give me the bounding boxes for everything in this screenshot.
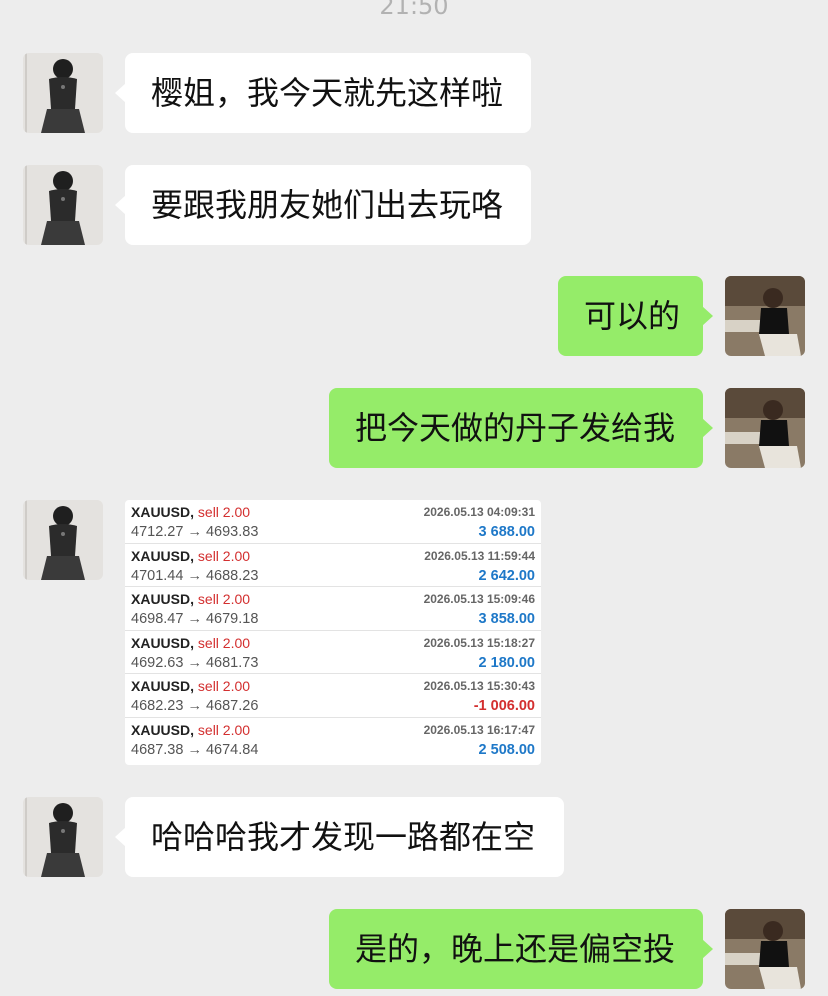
trade-profit: 3 858.00 — [478, 611, 535, 628]
my-avatar[interactable] — [725, 388, 805, 468]
contact-avatar[interactable] — [23, 797, 103, 877]
trade-prices: 4712.27 → 4693.83 — [131, 524, 259, 540]
contact-avatar[interactable] — [23, 53, 103, 133]
trade-prices: 4698.47 → 4679.18 — [131, 611, 259, 628]
message-bubble-sent[interactable]: 把今天做的丹子发给我 — [329, 388, 713, 468]
trade-symbol: XAUUSD, sell 2.00 — [131, 591, 251, 608]
message-bubble-received[interactable]: 哈哈哈我才发现一路都在空 — [115, 797, 564, 877]
message-bubble-received[interactable]: 要跟我朋友她们出去玩咯 — [115, 165, 531, 245]
trade-side: sell 2.00 — [197, 504, 251, 520]
trade-datetime: 2026.05.13 11:59:44 — [424, 548, 535, 563]
trade-row: XAUUSD, sell 2.00 4682.23 → 4687.26 2026… — [125, 674, 541, 718]
trade-symbol: XAUUSD, sell 2.00 — [131, 678, 251, 695]
trade-side: sell 2.00 — [197, 547, 251, 564]
trade-symbol: XAUUSD, sell 2.00 — [131, 721, 251, 738]
trade-row: XAUUSD, sell 2.00 4701.44 → 4688.23 2026… — [125, 544, 541, 588]
trade-prices: 4682.23 → 4687.26 — [131, 698, 259, 715]
trade-datetime: 2026.05.13 04:09:31 — [423, 505, 535, 519]
trade-profit: -1 006.00 — [473, 698, 535, 715]
trade-datetime: 2026.05.13 15:18:27 — [423, 635, 535, 650]
trade-side: sell 2.00 — [197, 721, 251, 738]
message-bubble-sent[interactable]: 可以的 — [558, 276, 713, 356]
trade-prices: 4687.38 → 4674.84 — [131, 741, 259, 758]
trade-symbol: XAUUSD, sell 2.00 — [131, 634, 251, 651]
trade-datetime: 2026.05.13 15:09:46 — [423, 592, 535, 607]
trade-history-image[interactable]: XAUUSD, sell 2.00 4712.27 → 4693.83 2026… — [125, 500, 541, 765]
my-avatar[interactable] — [725, 276, 805, 356]
trade-row: XAUUSD, sell 2.00 4692.63 → 4681.73 2026… — [125, 631, 541, 675]
trade-row: XAUUSD, sell 2.00 4712.27 → 4693.83 2026… — [125, 500, 541, 544]
message-bubble-sent[interactable]: 是的，晚上还是偏空投 — [329, 909, 713, 989]
trade-prices: 4692.63 → 4681.73 — [131, 654, 259, 671]
trade-row: XAUUSD, sell 2.00 4698.47 → 4679.18 2026… — [125, 587, 541, 631]
my-avatar[interactable] — [725, 909, 805, 989]
trade-side: sell 2.00 — [197, 678, 251, 695]
contact-avatar[interactable] — [23, 165, 103, 245]
trade-symbol: XAUUSD, sell 2.00 — [131, 504, 251, 520]
trade-prices: 4701.44 → 4688.23 — [131, 567, 259, 584]
trade-profit: 2 180.00 — [478, 654, 535, 671]
trade-profit: 2 508.00 — [478, 741, 535, 758]
message-bubble-received[interactable]: 樱姐，我今天就先这样啦 — [115, 53, 531, 133]
trade-profit: 3 688.00 — [478, 524, 535, 540]
timestamp: 21:50 — [379, 0, 449, 20]
trade-row: XAUUSD, sell 2.00 4687.38 → 4674.84 2026… — [125, 718, 541, 762]
trade-datetime: 2026.05.13 15:30:43 — [423, 679, 535, 694]
trade-symbol: XAUUSD, sell 2.00 — [131, 547, 251, 564]
trade-side: sell 2.00 — [197, 634, 251, 651]
contact-avatar[interactable] — [23, 500, 103, 580]
trade-profit: 2 642.00 — [478, 567, 535, 584]
trade-datetime: 2026.05.13 16:17:47 — [423, 722, 535, 737]
trade-side: sell 2.00 — [197, 591, 251, 608]
